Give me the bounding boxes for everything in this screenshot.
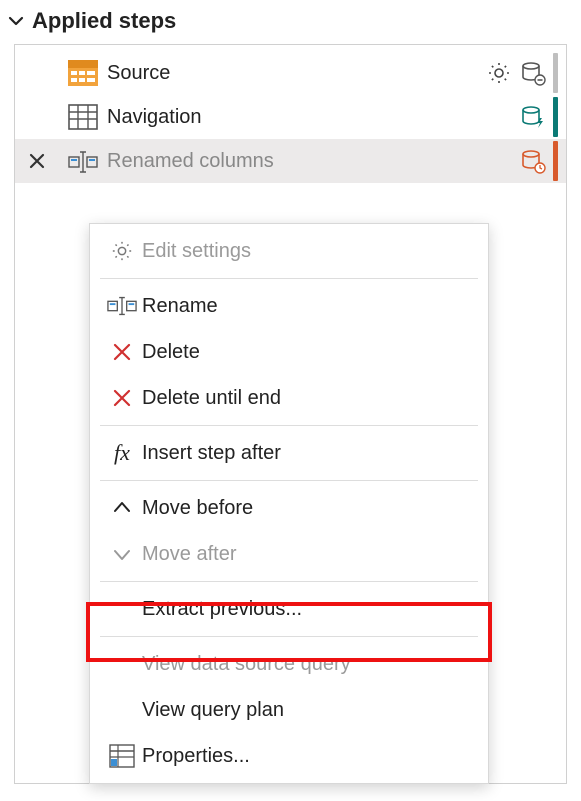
menu-properties[interactable]: Properties...	[90, 733, 488, 779]
gear-icon[interactable]	[485, 59, 513, 87]
gear-icon	[102, 240, 142, 262]
status-bar	[553, 53, 558, 93]
database-minus-icon	[519, 59, 547, 87]
step-label: Navigation	[107, 106, 519, 129]
step-label: Renamed columns	[107, 150, 519, 173]
menu-label: View data source query	[142, 653, 351, 676]
delete-step-button[interactable]	[21, 151, 53, 171]
status-bar	[553, 97, 558, 137]
step-row-navigation[interactable]: Navigation	[15, 95, 566, 139]
menu-separator	[100, 425, 478, 426]
step-row-source[interactable]: Source	[15, 51, 566, 95]
database-bolt-icon	[519, 103, 547, 131]
menu-label: Rename	[142, 295, 218, 318]
x-red-icon	[102, 388, 142, 408]
menu-label: Delete	[142, 341, 200, 364]
rename-icon	[102, 296, 142, 316]
menu-insert-step-after[interactable]: fx Insert step after	[90, 430, 488, 476]
source-icon	[67, 57, 99, 89]
properties-icon	[102, 744, 142, 768]
menu-view-query-plan[interactable]: View query plan	[90, 687, 488, 733]
applied-steps-header[interactable]: Applied steps	[0, 0, 581, 44]
menu-separator	[100, 278, 478, 279]
menu-separator	[100, 480, 478, 481]
step-label: Source	[107, 62, 485, 85]
menu-label: Move after	[142, 543, 236, 566]
menu-label: Properties...	[142, 745, 250, 768]
menu-move-before[interactable]: Move before	[90, 485, 488, 531]
menu-delete-until-end[interactable]: Delete until end	[90, 375, 488, 421]
fx-icon: fx	[102, 440, 142, 466]
menu-label: Edit settings	[142, 240, 251, 263]
x-red-icon	[102, 342, 142, 362]
status-bar	[553, 141, 558, 181]
menu-rename[interactable]: Rename	[90, 283, 488, 329]
menu-delete[interactable]: Delete	[90, 329, 488, 375]
menu-label: Move before	[142, 497, 253, 520]
collapse-icon	[8, 13, 24, 29]
menu-move-after: Move after	[90, 531, 488, 577]
database-clock-icon	[519, 147, 547, 175]
chevron-down-icon	[102, 544, 142, 564]
chevron-up-icon	[102, 498, 142, 518]
menu-extract-previous[interactable]: Extract previous...	[90, 586, 488, 632]
steps-list: Source	[14, 44, 567, 784]
menu-label: Extract previous...	[142, 598, 302, 621]
menu-label: View query plan	[142, 699, 284, 722]
menu-separator	[100, 636, 478, 637]
menu-view-data-source-query: View data source query	[90, 641, 488, 687]
menu-separator	[100, 581, 478, 582]
menu-label: Insert step after	[142, 442, 281, 465]
menu-label: Delete until end	[142, 387, 281, 410]
rename-column-icon	[67, 145, 99, 177]
step-row-renamed-columns[interactable]: Renamed columns	[15, 139, 566, 183]
step-context-menu: Edit settings Rename Delete	[89, 223, 489, 784]
menu-edit-settings: Edit settings	[90, 228, 488, 274]
panel-title: Applied steps	[32, 8, 176, 34]
table-icon	[67, 101, 99, 133]
